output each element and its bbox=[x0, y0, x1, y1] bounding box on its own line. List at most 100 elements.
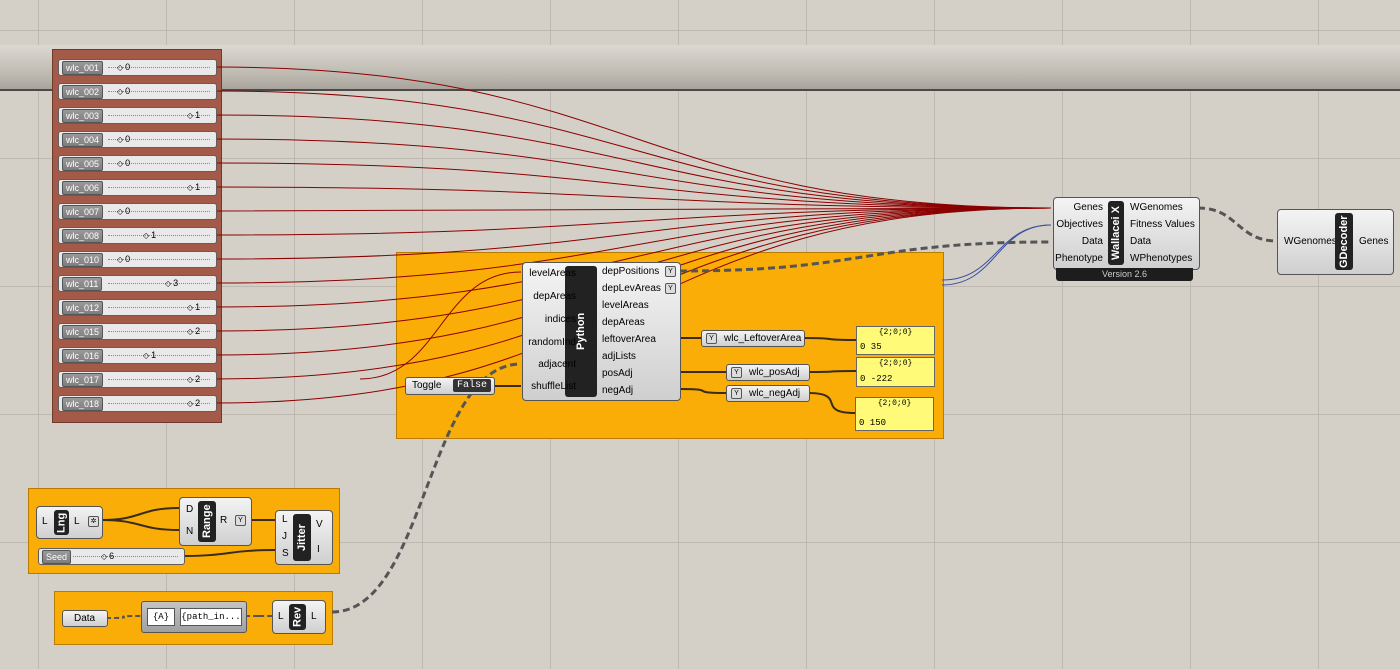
lng-output[interactable]: L bbox=[74, 516, 80, 528]
data-wire bbox=[105, 615, 142, 619]
slider-track[interactable] bbox=[108, 283, 210, 285]
slider-track[interactable] bbox=[108, 355, 210, 357]
slider-value: 0 bbox=[117, 133, 130, 146]
jitter-component[interactable]: L J S Jitter V I bbox=[275, 510, 333, 565]
number-slider[interactable]: wlc_005 0 bbox=[58, 155, 217, 172]
number-slider[interactable]: wlc_010 0 bbox=[58, 251, 217, 268]
python-input-depareas[interactable]: depAreas bbox=[533, 291, 576, 303]
gdecoder-output[interactable]: Genes bbox=[1359, 236, 1388, 248]
range-input-n[interactable]: N bbox=[186, 526, 193, 538]
number-slider[interactable]: wlc_017 2 bbox=[58, 371, 217, 388]
python-output-depareas[interactable]: depAreas bbox=[602, 317, 645, 329]
toggle-value[interactable]: False bbox=[453, 379, 491, 392]
python-output-levelareas[interactable]: levelAreas bbox=[602, 300, 649, 312]
number-slider[interactable]: wlc_002 0 bbox=[58, 83, 217, 100]
wallacei-output-fitness[interactable]: Fitness Values bbox=[1130, 219, 1195, 231]
number-slider[interactable]: wlc_006 1 bbox=[58, 179, 217, 196]
number-slider[interactable]: wlc_018 2 bbox=[58, 395, 217, 412]
rev-component[interactable]: L Rev L bbox=[272, 600, 326, 634]
wallacei-component[interactable]: Wallacei X Genes Objectives Data Phenoty… bbox=[1053, 197, 1200, 270]
wallacei-output-wgenomes[interactable]: WGenomes bbox=[1130, 202, 1183, 214]
slider-value: 2 bbox=[187, 397, 200, 410]
python-input-randomind[interactable]: randomInd bbox=[528, 337, 576, 349]
number-slider[interactable]: wlc_016 1 bbox=[58, 347, 217, 364]
rev-output[interactable]: L bbox=[311, 611, 317, 623]
python-output-adjlists[interactable]: adjLists bbox=[602, 351, 636, 363]
lng-input[interactable]: L bbox=[42, 516, 48, 528]
wallacei-input-objectives[interactable]: Objectives bbox=[1056, 219, 1103, 231]
gdecoder-input[interactable]: WGenomes bbox=[1284, 236, 1337, 248]
number-slider[interactable]: wlc_008 1 bbox=[58, 227, 217, 244]
lng-component[interactable]: L Lng L ✲ bbox=[36, 506, 103, 539]
jitter-input-l[interactable]: L bbox=[282, 514, 288, 526]
jitter-input-s[interactable]: S bbox=[282, 548, 289, 560]
graft-icon: Y bbox=[731, 367, 742, 378]
panel-leftover[interactable]: {2;0;0} 0 35 bbox=[856, 326, 935, 355]
python-input-indices[interactable]: indices bbox=[545, 314, 576, 326]
slider-value: 2 bbox=[187, 325, 200, 338]
slider-value: 1 bbox=[187, 109, 200, 122]
gene-wire bbox=[359, 271, 522, 380]
slider-label: wlc_007 bbox=[62, 205, 104, 219]
slider-value: 0 bbox=[117, 157, 130, 170]
python-title: Python bbox=[565, 266, 597, 397]
seed-label: Seed bbox=[42, 550, 72, 564]
python-output-posadj[interactable]: posAdj bbox=[602, 368, 633, 380]
graft-icon: Y bbox=[731, 388, 742, 399]
number-slider[interactable]: wlc_007 0 bbox=[58, 203, 217, 220]
jitter-output-i[interactable]: I bbox=[317, 544, 320, 556]
python-output-deppositions[interactable]: depPositions bbox=[602, 266, 659, 278]
slider-track[interactable] bbox=[108, 235, 210, 237]
wallacei-output-data[interactable]: Data bbox=[1130, 236, 1151, 248]
wallacei-input-genes[interactable]: Genes bbox=[1074, 202, 1103, 214]
gdecoder-component[interactable]: WGenomes GDecoder Genes bbox=[1277, 209, 1394, 275]
panel-posadj[interactable]: {2;0;0} 0 -222 bbox=[856, 357, 935, 387]
panel-header: {2;0;0} bbox=[878, 359, 913, 368]
number-slider[interactable]: wlc_001 0 bbox=[58, 59, 217, 76]
range-input-d[interactable]: D bbox=[186, 504, 193, 516]
number-slider[interactable]: wlc_003 1 bbox=[58, 107, 217, 124]
wallacei-title: Wallacei X bbox=[1108, 201, 1124, 265]
gene-wire bbox=[214, 207, 1052, 260]
python-output-deplevareas[interactable]: depLevAreas bbox=[602, 283, 661, 295]
flatten-icon: ✲ bbox=[88, 516, 99, 527]
relay-label: wlc_posAdj bbox=[749, 367, 800, 378]
python-component[interactable]: Python levelAreas depAreas indices rando… bbox=[522, 262, 681, 401]
jitter-output-v[interactable]: V bbox=[316, 519, 323, 531]
python-input-shufflelist[interactable]: shuffleList bbox=[531, 381, 576, 393]
wallacei-output-wphenotypes[interactable]: WPhenotypes bbox=[1130, 253, 1192, 265]
path-mapper-source[interactable]: {A} bbox=[147, 608, 175, 626]
jitter-input-j[interactable]: J bbox=[282, 531, 287, 543]
python-output-leftoverarea[interactable]: leftoverArea bbox=[602, 334, 656, 346]
number-slider[interactable]: wlc_004 0 bbox=[58, 131, 217, 148]
number-slider[interactable]: wlc_015 2 bbox=[58, 323, 217, 340]
slider-label: wlc_002 bbox=[62, 85, 104, 99]
data-param[interactable]: Data bbox=[62, 610, 108, 627]
wallacei-input-phenotype[interactable]: Phenotype bbox=[1055, 253, 1103, 265]
relay-leftover[interactable]: Y wlc_LeftoverArea bbox=[701, 330, 805, 347]
number-slider[interactable]: wlc_011 3 bbox=[58, 275, 217, 292]
rev-input[interactable]: L bbox=[278, 611, 284, 623]
panel-negadj[interactable]: {2;0;0} 0 150 bbox=[855, 397, 934, 431]
range-component[interactable]: D N Range R Y bbox=[179, 497, 252, 546]
rev-title: Rev bbox=[289, 604, 306, 630]
python-input-levelareas[interactable]: levelAreas bbox=[529, 268, 576, 280]
slider-label: wlc_015 bbox=[62, 325, 104, 339]
relay-negadj[interactable]: Y wlc_negAdj bbox=[726, 385, 810, 402]
seed-slider[interactable]: Seed 6 bbox=[38, 548, 185, 565]
python-input-adjacent[interactable]: adjacent bbox=[538, 359, 576, 371]
python-output-negadj[interactable]: negAdj bbox=[602, 385, 633, 397]
number-slider[interactable]: wlc_012 1 bbox=[58, 299, 217, 316]
relay-wire bbox=[807, 392, 856, 414]
slider-label: wlc_017 bbox=[62, 373, 104, 387]
relay-posadj[interactable]: Y wlc_posAdj bbox=[726, 364, 810, 381]
gene-wire bbox=[214, 162, 1052, 209]
relay-label: wlc_LeftoverArea bbox=[724, 333, 802, 344]
wallacei-version: Version 2.6 bbox=[1056, 268, 1193, 281]
path-mapper[interactable]: {A} {path_in... bbox=[141, 601, 247, 633]
range-output[interactable]: R bbox=[220, 515, 227, 527]
toggle-component[interactable]: Toggle False bbox=[405, 377, 495, 395]
wallacei-input-data[interactable]: Data bbox=[1082, 236, 1103, 248]
path-mapper-target[interactable]: {path_in... bbox=[180, 608, 242, 626]
gene-wire bbox=[214, 114, 1052, 209]
